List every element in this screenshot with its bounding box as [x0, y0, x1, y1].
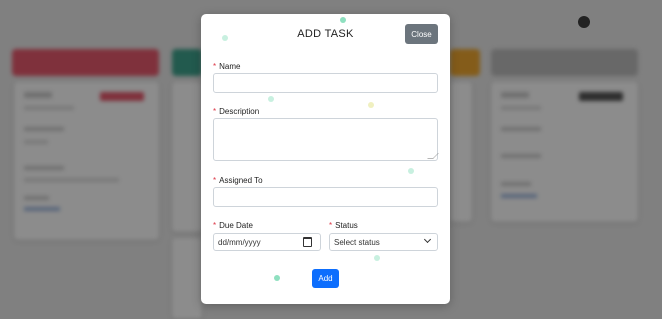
decorative-dot [340, 17, 346, 23]
decorative-dot [408, 168, 414, 174]
resize-handle-icon[interactable] [427, 153, 439, 159]
calendar-icon[interactable] [303, 237, 312, 247]
status-label: * Status [329, 221, 358, 230]
description-label: * Description [213, 107, 260, 116]
required-marker: * [213, 107, 217, 116]
assigned-to-input[interactable] [213, 187, 438, 207]
status-select[interactable]: Select status [329, 233, 438, 251]
required-marker: * [213, 176, 217, 185]
circle-icon [578, 16, 590, 28]
add-button[interactable]: Add [312, 269, 339, 288]
decorative-dot [222, 35, 228, 41]
required-marker: * [213, 221, 217, 230]
decorative-dot [268, 96, 274, 102]
name-label: * Name [213, 62, 241, 71]
decorative-dot [274, 275, 280, 281]
chevron-down-icon [423, 235, 432, 244]
due-date-label: * Due Date [213, 221, 253, 230]
due-date-input[interactable]: dd/mm/yyyy [213, 233, 321, 251]
close-button[interactable]: Close [405, 24, 438, 44]
required-marker: * [329, 221, 333, 230]
description-textarea[interactable] [213, 118, 439, 161]
decorative-dot [374, 255, 380, 261]
name-input[interactable] [213, 73, 438, 93]
add-task-button[interactable] [578, 15, 590, 29]
assigned-to-label: * Assigned To [213, 176, 263, 185]
required-marker: * [213, 62, 217, 71]
decorative-dot [368, 102, 374, 108]
add-task-modal: ADD TASK Close * Name * Description * Assig… [201, 14, 450, 304]
